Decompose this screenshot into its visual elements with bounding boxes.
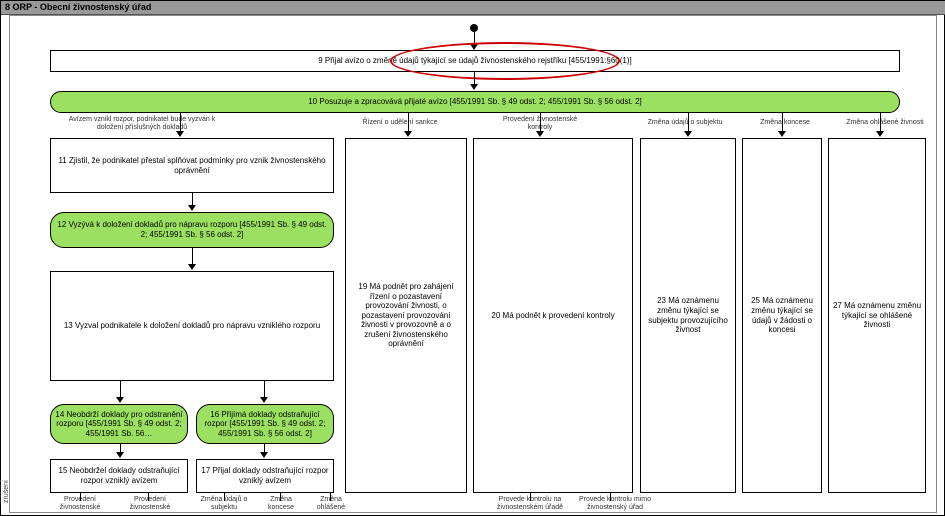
node-11-text: 11 Zjistil, že podnikatel přestal splňov… xyxy=(54,156,330,175)
edge xyxy=(782,113,783,133)
bottom-label-7: Provede kontrolu mimo živnostenský úřad xyxy=(575,496,655,511)
arrow-icon xyxy=(260,452,268,458)
tick xyxy=(610,493,611,501)
node-23-text: 23 Má oznámenu změnu týkající se subjekt… xyxy=(644,296,732,334)
bottom-label-5: Změna ohlášené xyxy=(308,496,354,511)
annotation-ellipse xyxy=(390,42,620,80)
edge xyxy=(408,113,409,133)
arrow-icon xyxy=(470,84,478,90)
tick xyxy=(224,493,225,501)
node-14: 14 Neobdrží doklady pro odstranění rozpo… xyxy=(50,404,188,444)
edge xyxy=(180,113,181,133)
node-17: 17 Přijal doklady odstraňující rozpor vz… xyxy=(196,459,334,493)
tick xyxy=(280,493,281,501)
node-13: 13 Vyzval podnikatele k doložení dokladů… xyxy=(50,271,334,381)
node-16: 16 Přijímá doklady odstraňující rozpor [… xyxy=(196,404,334,444)
node-25-text: 25 Má oznámenu změnu týkající se údajů v… xyxy=(746,296,818,334)
node-19-text: 19 Má podnět pro zahájení řízení o pozas… xyxy=(349,282,463,349)
bottom-label-4: Změna koncese xyxy=(258,496,304,511)
node-11: 11 Zjistil, že podnikatel přestal splňov… xyxy=(50,138,334,193)
node-16-text: 16 Přijímá doklady odstraňující rozpor [… xyxy=(200,410,330,439)
edge xyxy=(880,113,881,133)
node-14-text: 14 Neobdrží doklady pro odstranění rozpo… xyxy=(54,410,184,439)
arrow-icon xyxy=(684,131,692,137)
arrow-icon xyxy=(176,131,184,137)
node-17-text: 17 Přijal doklady odstraňující rozpor vz… xyxy=(200,466,330,485)
node-27: 27 Má oznámenu změnu týkající se ohlášen… xyxy=(828,138,926,493)
node-20: 20 Má podnět k provedení kontroly xyxy=(473,138,633,493)
node-19: 19 Má podnět pro zahájení řízení o pozas… xyxy=(345,138,467,493)
node-12: 12 Vyzývá k doložení dokladů pro nápravu… xyxy=(50,212,334,248)
swimlane: Řízení o zrušení 9 Přijal avízo o změně … xyxy=(9,15,937,513)
arrow-icon xyxy=(188,205,196,211)
arrow-icon xyxy=(116,452,124,458)
header-title: 8 ORP - Obecní živnostenský úřad xyxy=(5,2,151,12)
tick xyxy=(330,493,331,501)
arrow-icon xyxy=(260,397,268,403)
edge xyxy=(540,113,541,133)
node-12-text: 12 Vyzývá k doložení dokladů pro nápravu… xyxy=(54,220,330,239)
arrow-icon xyxy=(876,131,884,137)
node-10-text: 10 Posuzuje a zpracovává přijaté avízo [… xyxy=(308,97,642,107)
tick xyxy=(148,493,149,501)
header-bar: 8 ORP - Obecní živnostenský úřad xyxy=(1,1,945,15)
node-15: 15 Neobdržel doklady odstraňující rozpor… xyxy=(50,459,188,493)
arrow-icon xyxy=(116,397,124,403)
node-27-text: 27 Má oznámenu změnu týkající se ohlášen… xyxy=(832,301,922,330)
start-dot xyxy=(470,24,478,32)
label-branch-b: Řízení o udělení sankce xyxy=(350,119,450,127)
node-15-text: 15 Neobdržel doklady odstraňující rozpor… xyxy=(54,466,184,485)
node-25: 25 Má oznámenu změnu týkající se údajů v… xyxy=(742,138,822,493)
tick xyxy=(80,493,81,501)
node-13-text: 13 Vyzval podnikatele k doložení dokladů… xyxy=(64,321,320,331)
node-23: 23 Má oznámenu změnu týkající se subjekt… xyxy=(640,138,736,493)
node-10: 10 Posuzuje a zpracovává přijaté avízo [… xyxy=(50,91,900,113)
node-20-text: 20 Má podnět k provedení kontroly xyxy=(491,311,614,321)
label-branch-a: Avízem vznikl rozpor, podnikatel bude vy… xyxy=(62,116,222,131)
label-branch-e: Změna koncese xyxy=(750,119,820,127)
arrow-icon xyxy=(188,264,196,270)
edge xyxy=(688,113,689,133)
side-rotated-label: Řízení o zrušení xyxy=(0,472,10,512)
arrow-icon xyxy=(536,131,544,137)
label-branch-d: Změna údajů o subjektu xyxy=(640,119,730,127)
arrow-icon xyxy=(404,131,412,137)
tick xyxy=(530,493,531,501)
label-branch-f: Změna ohlášené živnosti xyxy=(840,119,930,127)
bottom-label-2: Provedení živnostenské xyxy=(120,496,180,511)
arrow-icon xyxy=(778,131,786,137)
